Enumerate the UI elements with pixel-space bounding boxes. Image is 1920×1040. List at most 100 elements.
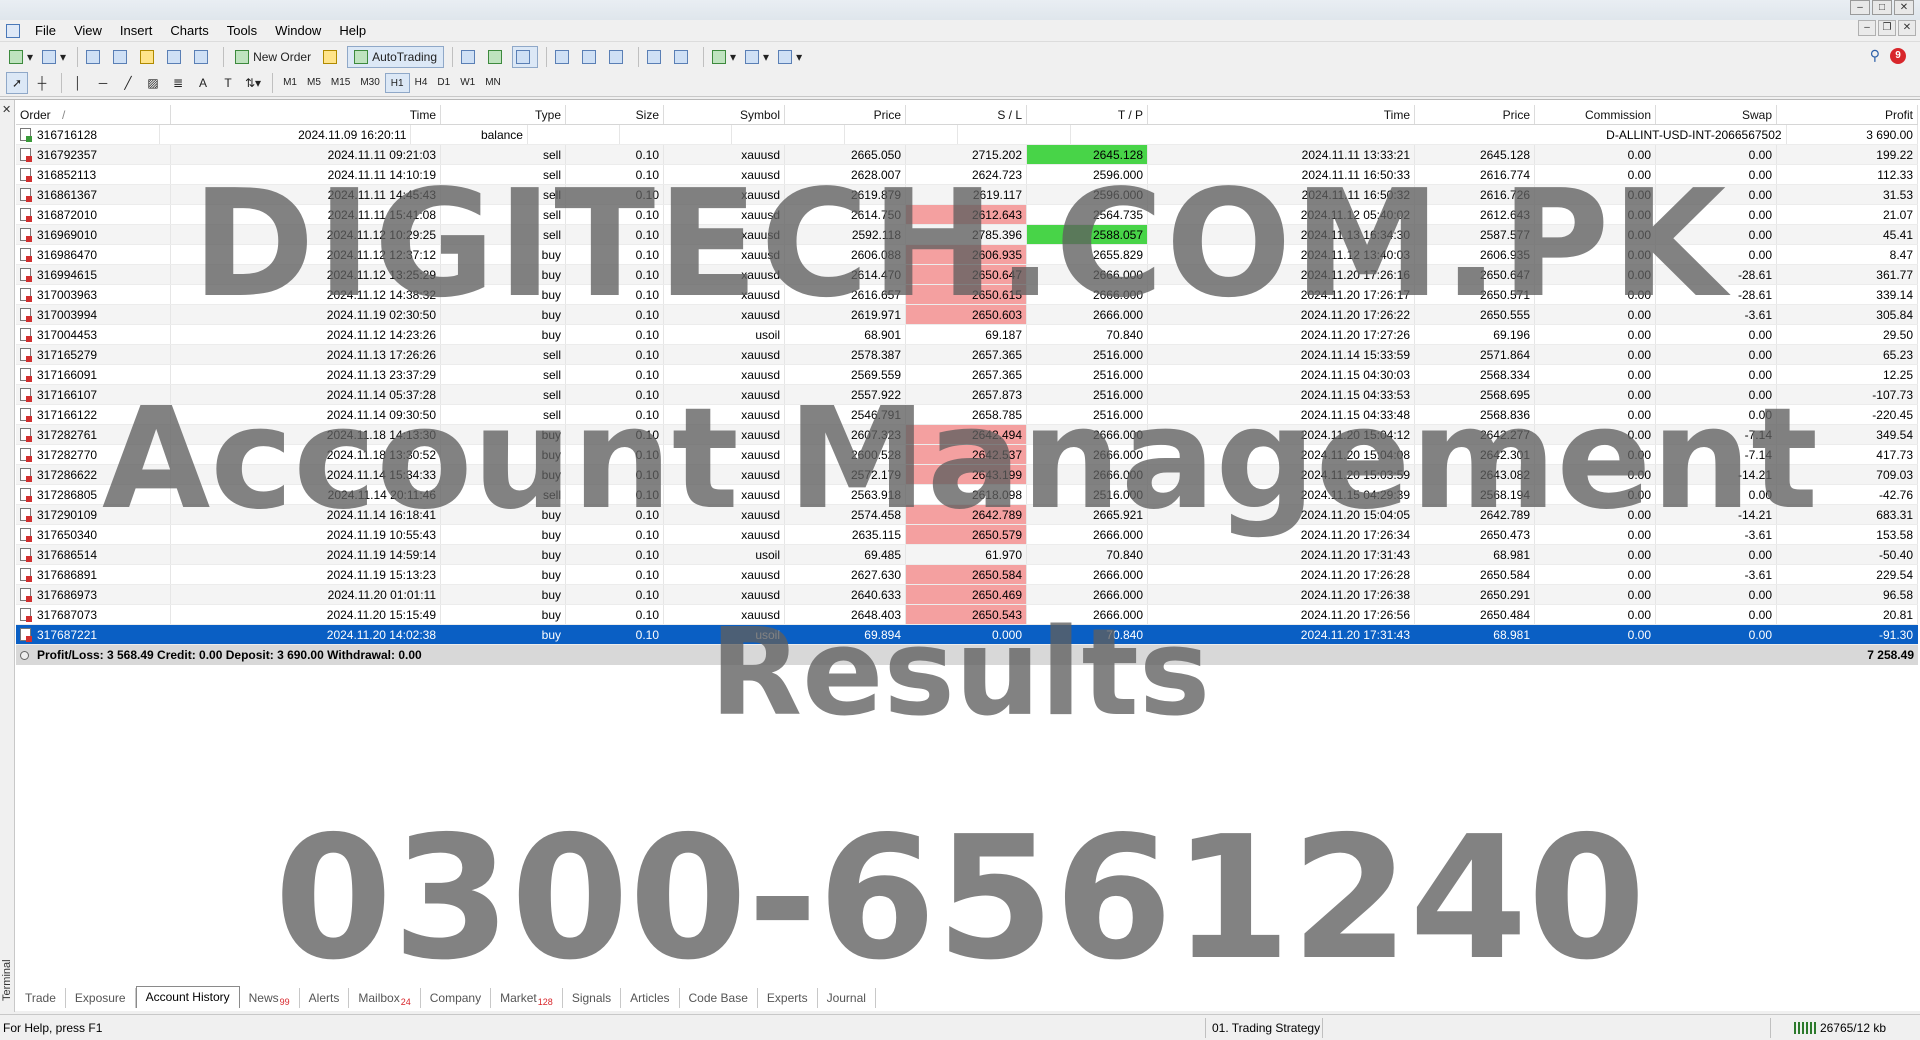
timeframe-m15[interactable]: M15 <box>326 73 355 93</box>
timeframe-m1[interactable]: M1 <box>278 73 302 93</box>
text-button[interactable]: A <box>192 72 214 94</box>
table-row[interactable]: 317003994 2024.11.19 02:30:50 buy 0.10 xauus… <box>16 305 1918 325</box>
col-close-price[interactable]: Price <box>1415 105 1535 124</box>
tab-news[interactable]: News99 <box>240 988 300 1008</box>
table-row[interactable]: 317003963 2024.11.12 14:38:32 buy 0.10 xauus… <box>16 285 1918 305</box>
menu-file[interactable]: File <box>26 20 65 42</box>
timeframe-m5[interactable]: M5 <box>302 73 326 93</box>
terminal-button[interactable] <box>164 46 188 68</box>
table-row[interactable]: 317282761 2024.11.18 14:13:30 buy 0.10 xauus… <box>16 425 1918 445</box>
indicators-button[interactable]: ▾ <box>709 46 739 68</box>
timeframe-m30[interactable]: M30 <box>355 73 384 93</box>
menu-tools[interactable]: Tools <box>218 20 266 42</box>
table-row[interactable]: 316861367 2024.11.11 14:45:43 sell 0.10 xauu… <box>16 185 1918 205</box>
tab-experts[interactable]: Experts <box>758 988 818 1008</box>
col-tp[interactable]: T / P <box>1027 105 1148 124</box>
notification-badge[interactable]: 9 <box>1890 47 1906 64</box>
vertical-line-button[interactable]: │ <box>67 72 89 94</box>
menu-help[interactable]: Help <box>330 20 375 42</box>
strategy-tester-button[interactable] <box>191 46 215 68</box>
menu-view[interactable]: View <box>65 20 111 42</box>
child-minimize-button[interactable]: – <box>1858 20 1876 36</box>
chart-shift-button[interactable] <box>671 46 695 68</box>
table-row[interactable]: 317165279 2024.11.13 17:26:26 sell 0.10 xauu… <box>16 345 1918 365</box>
table-row[interactable]: 316872010 2024.11.11 15:41:08 sell 0.10 xauu… <box>16 205 1918 225</box>
table-row[interactable]: 317286622 2024.11.14 15:34:33 buy 0.10 xauus… <box>16 465 1918 485</box>
tab-signals[interactable]: Signals <box>563 988 622 1008</box>
navigator-button[interactable] <box>137 46 161 68</box>
tab-market[interactable]: Market128 <box>491 988 563 1008</box>
templates-button[interactable]: ▾ <box>775 46 805 68</box>
tab-exposure[interactable]: Exposure <box>66 988 136 1008</box>
table-row[interactable]: 316969010 2024.11.12 10:29:25 sell 0.10 xauu… <box>16 225 1918 245</box>
text-label-button[interactable]: T <box>217 72 239 94</box>
timeframe-w1[interactable]: W1 <box>455 73 480 93</box>
maximize-button[interactable]: □ <box>1872 0 1892 15</box>
table-row[interactable]: 317686891 2024.11.19 15:13:23 buy 0.10 xauus… <box>16 565 1918 585</box>
col-type[interactable]: Type <box>441 105 566 124</box>
autotrading-button[interactable]: AutoTrading <box>347 45 445 68</box>
tile-windows-button[interactable] <box>606 46 630 68</box>
tab-company[interactable]: Company <box>421 988 492 1008</box>
table-row[interactable]: 317286805 2024.11.14 20:11:46 sell 0.10 xauu… <box>16 485 1918 505</box>
table-row[interactable]: 317650340 2024.11.19 10:55:43 buy 0.10 xauus… <box>16 525 1918 545</box>
periods-button[interactable]: ▾ <box>742 46 772 68</box>
table-row[interactable]: 317166107 2024.11.14 05:37:28 sell 0.10 xauu… <box>16 385 1918 405</box>
tab-code-base[interactable]: Code Base <box>680 988 758 1008</box>
table-row[interactable]: 317282770 2024.11.18 13:30:52 buy 0.10 xauus… <box>16 445 1918 465</box>
table-row[interactable]: 317290109 2024.11.14 16:18:41 buy 0.10 xauus… <box>16 505 1918 525</box>
table-row-selected[interactable]: 317687221 2024.11.20 14:02:38 buy 0.10 usoil… <box>16 625 1918 645</box>
zoom-in-button[interactable] <box>552 46 576 68</box>
table-row[interactable]: 316792357 2024.11.11 09:21:03 sell 0.10 xauu… <box>16 145 1918 165</box>
col-profit[interactable]: Profit <box>1777 105 1918 124</box>
child-close-button[interactable]: ✕ <box>1898 20 1916 36</box>
child-restore-button[interactable]: ❐ <box>1878 20 1896 36</box>
table-row[interactable]: 317004453 2024.11.12 14:23:26 buy 0.10 usoil… <box>16 325 1918 345</box>
crosshair-button[interactable]: ┼ <box>31 72 53 94</box>
balance-row[interactable]: 316716128 2024.11.09 16:20:11 balance D-… <box>16 125 1918 145</box>
timeframe-d1[interactable]: D1 <box>432 73 455 93</box>
close-terminal-icon[interactable]: ✕ <box>2 103 11 116</box>
tab-articles[interactable]: Articles <box>621 988 680 1008</box>
search-icon[interactable]: ⚲ <box>1870 47 1880 64</box>
candlestick-button[interactable] <box>485 46 509 68</box>
menu-window[interactable]: Window <box>266 20 330 42</box>
table-row[interactable]: 317687073 2024.11.20 15:15:49 buy 0.10 xauus… <box>16 605 1918 625</box>
table-row[interactable]: 317686514 2024.11.19 14:59:14 buy 0.10 usoil… <box>16 545 1918 565</box>
fibonacci-button[interactable]: ≣ <box>167 72 189 94</box>
auto-scroll-button[interactable] <box>644 46 668 68</box>
col-size[interactable]: Size <box>566 105 664 124</box>
line-chart-button[interactable] <box>512 45 539 68</box>
cursor-button[interactable]: ➚ <box>6 72 28 94</box>
arrows-button[interactable]: ⇅▾ <box>242 72 264 94</box>
col-symbol[interactable]: Symbol <box>664 105 785 124</box>
col-order[interactable]: Order / <box>16 105 171 124</box>
channel-button[interactable]: ▨ <box>142 72 164 94</box>
minimize-button[interactable]: – <box>1850 0 1870 15</box>
metaeditor-button[interactable] <box>320 46 344 68</box>
trendline-button[interactable]: ╱ <box>117 72 139 94</box>
new-chart-button[interactable]: ▾ <box>6 46 36 68</box>
col-commission[interactable]: Commission <box>1535 105 1656 124</box>
data-window-button[interactable] <box>110 46 134 68</box>
table-row[interactable]: 317686973 2024.11.20 01:01:11 buy 0.10 xauus… <box>16 585 1918 605</box>
new-order-button[interactable]: New Order <box>229 46 317 68</box>
timeframe-h1[interactable]: H1 <box>384 73 410 93</box>
table-row[interactable]: 317166122 2024.11.14 09:30:50 sell 0.10 xauu… <box>16 405 1918 425</box>
profiles-button[interactable]: ▾ <box>39 46 69 68</box>
col-close-time[interactable]: Time <box>1148 105 1415 124</box>
market-watch-button[interactable] <box>83 46 107 68</box>
col-price[interactable]: Price <box>785 105 906 124</box>
menu-charts[interactable]: Charts <box>161 20 217 42</box>
table-row[interactable]: 317166091 2024.11.13 23:37:29 sell 0.10 xauu… <box>16 365 1918 385</box>
tab-account-history[interactable]: Account History <box>135 986 240 1008</box>
tab-trade[interactable]: Trade <box>16 988 66 1008</box>
timeframe-h4[interactable]: H4 <box>410 73 433 93</box>
col-swap[interactable]: Swap <box>1656 105 1777 124</box>
table-row[interactable]: 316994615 2024.11.12 13:25:29 buy 0.10 xauus… <box>16 265 1918 285</box>
menu-insert[interactable]: Insert <box>111 20 162 42</box>
zoom-out-button[interactable] <box>579 46 603 68</box>
status-strategy[interactable]: 01. Trading Strategy <box>1212 1021 1320 1035</box>
tab-journal[interactable]: Journal <box>818 988 876 1008</box>
col-sl[interactable]: S / L <box>906 105 1027 124</box>
